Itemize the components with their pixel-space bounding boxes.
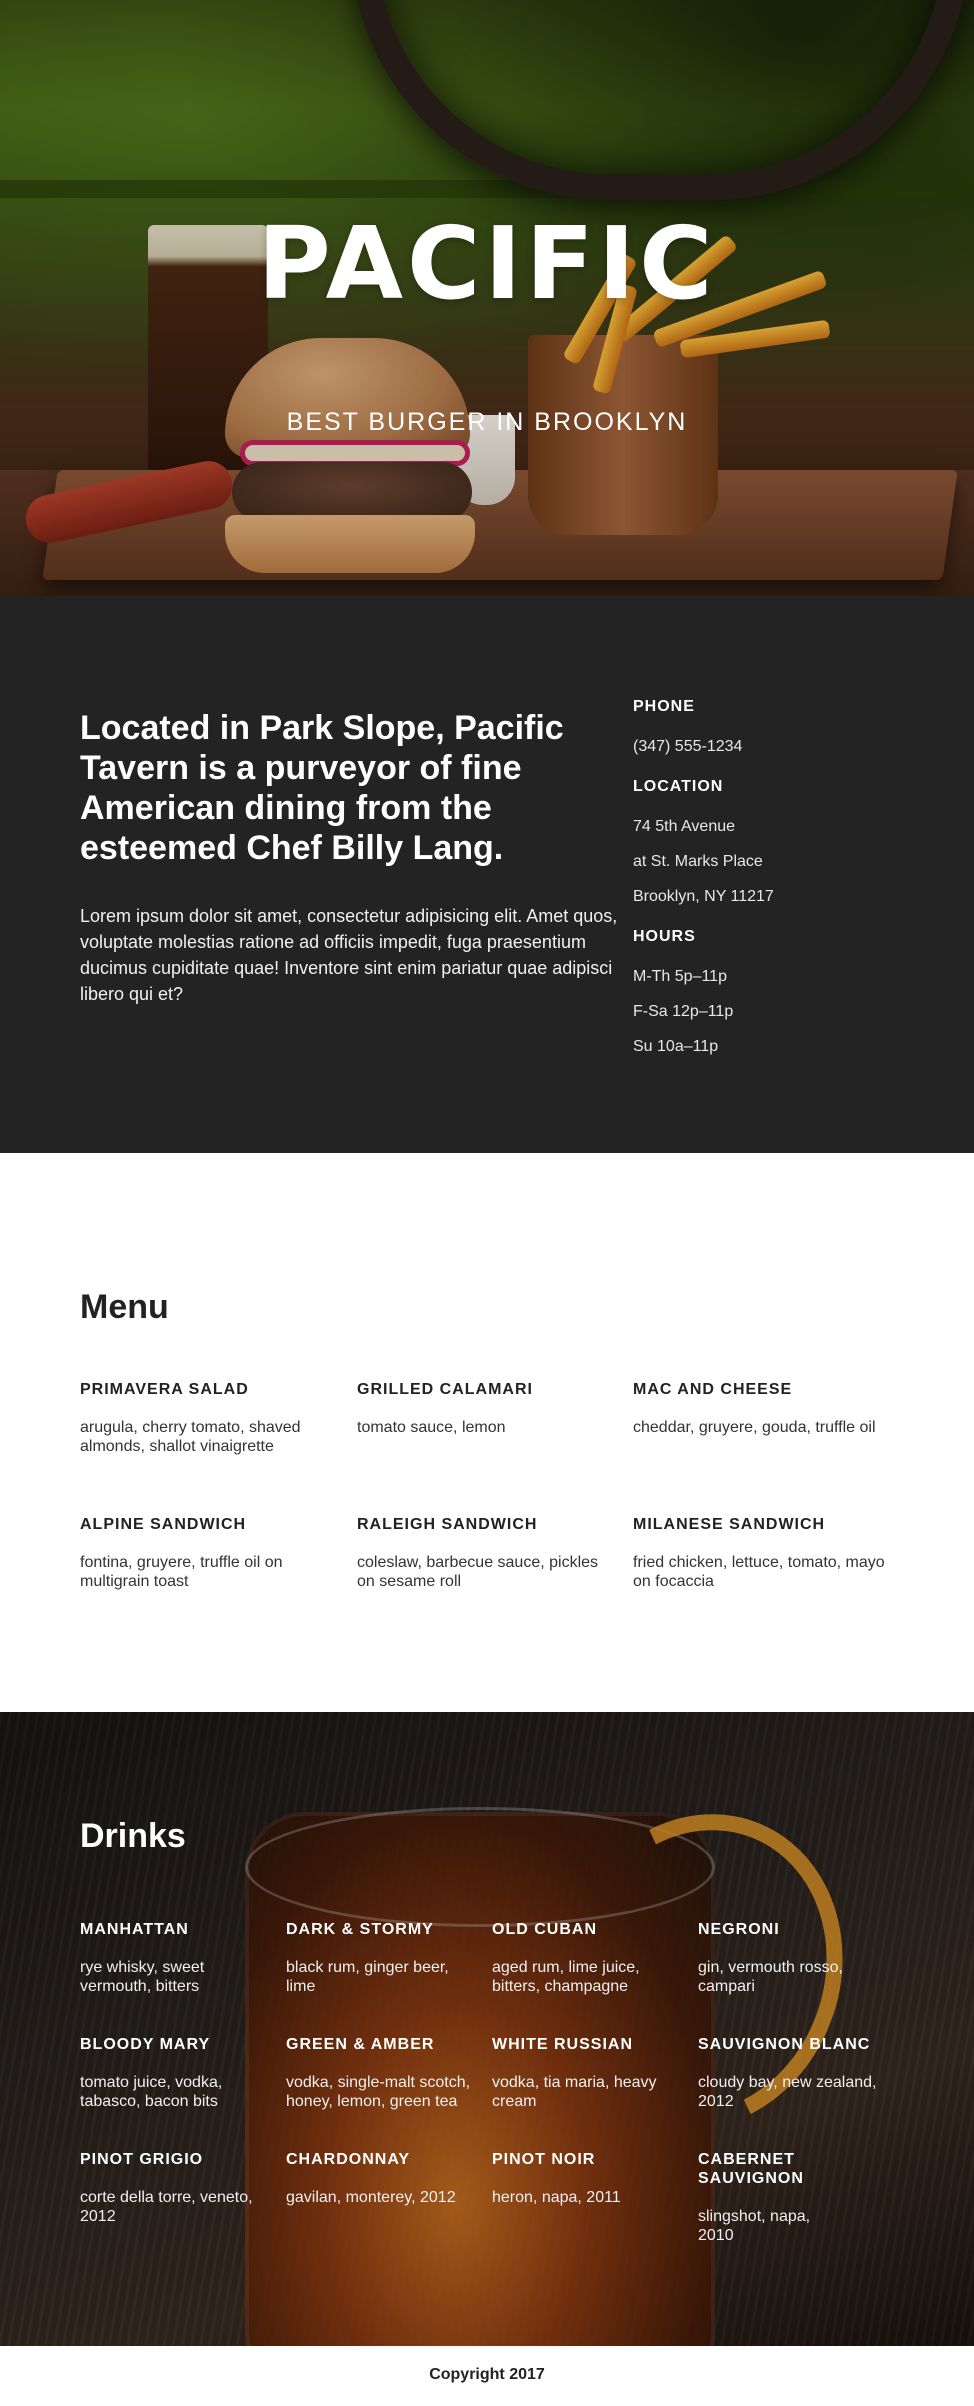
menu-item: MILANESE SANDWICH fried chicken, lettuce… <box>633 1516 893 1591</box>
drink-item: WHITE RUSSIAN vodka, tia maria, heavy cr… <box>492 2035 687 2111</box>
drink-item: PINOT NOIR heron, napa, 2011 <box>492 2150 687 2207</box>
menu-item-description: fontina, gruyere, truffle oil on multigr… <box>80 1554 283 1590</box>
address-line: Brooklyn, NY 11217 <box>633 888 774 905</box>
drink-item: PINOT GRIGIO corte della torre, veneto, … <box>80 2150 275 2226</box>
drinks-title: Drinks <box>80 1817 186 1855</box>
menu-item-name: PRIMAVERA SALAD <box>80 1381 249 1398</box>
drink-item: NEGRONI gin, vermouth rosso, campari <box>698 1920 893 1996</box>
menu-item: ALPINE SANDWICH fontina, gruyere, truffl… <box>80 1516 340 1591</box>
menu-item: GRILLED CALAMARI tomato sauce, lemon <box>357 1381 617 1437</box>
drink-item-description: slingshot, napa, 2010 <box>698 2208 811 2244</box>
drink-item-description: black rum, ginger beer, lime <box>286 1959 449 1995</box>
menu-item-description: arugula, cherry tomato, shaved almonds, … <box>80 1419 301 1455</box>
footer: Copyright 2017 <box>0 2346 974 2406</box>
drink-item-description: cloudy bay, new zealand, 2012 <box>698 2074 877 2110</box>
hero-section: PACIFIC BEST BURGER IN BROOKLYN <box>0 0 974 596</box>
copyright-text: Copyright 2017 <box>429 2366 545 2383</box>
menu-item-description: coleslaw, barbecue sauce, pickles on ses… <box>357 1554 599 1590</box>
drink-item-name: BLOODY MARY <box>80 2036 211 2053</box>
menu-item-name: RALEIGH SANDWICH <box>357 1516 538 1533</box>
drink-item-description: vodka, single-malt scotch, honey, lemon,… <box>286 2074 471 2110</box>
about-body: Lorem ipsum dolor sit amet, consectetur … <box>80 906 618 1004</box>
menu-item-name: MILANESE SANDWICH <box>633 1516 826 1533</box>
drink-item-name: PINOT GRIGIO <box>80 2151 204 2168</box>
hours-line: M-Th 5p–11p <box>633 968 727 985</box>
drink-item-name: WHITE RUSSIAN <box>492 2036 633 2053</box>
drink-item-name: MANHATTAN <box>80 1921 189 1938</box>
phone-number[interactable]: (347) 555-1234 <box>633 738 742 756</box>
menu-item-description: tomato sauce, lemon <box>357 1419 506 1436</box>
drinks-section: Drinks MANHATTAN rye whisky, sweet vermo… <box>0 1712 974 2346</box>
hours-line: Su 10a–11p <box>633 1038 719 1055</box>
drink-item-name: OLD CUBAN <box>492 1921 597 1938</box>
drink-item-description: heron, napa, 2011 <box>492 2189 621 2206</box>
about-section: Located in Park Slope, Pacific Tavern is… <box>0 596 974 1153</box>
hours-label: HOURS <box>633 928 696 945</box>
drink-item: BLOODY MARY tomato juice, vodka, tabasco… <box>80 2035 275 2111</box>
drink-item-description: gavilan, monterey, 2012 <box>286 2189 456 2206</box>
drink-item-description: corte della torre, veneto, 2012 <box>80 2189 253 2225</box>
drink-item-description: aged rum, lime juice, bitters, champagne <box>492 1959 640 1995</box>
menu-item-name: GRILLED CALAMARI <box>357 1381 533 1398</box>
drink-item-description: gin, vermouth rosso, campari <box>698 1959 843 1995</box>
drink-item-name: PINOT NOIR <box>492 2151 596 2168</box>
hours-line: F-Sa 12p–11p <box>633 1003 734 1020</box>
drink-item-description: rye whisky, sweet vermouth, bitters <box>80 1959 205 1995</box>
menu-item-name: MAC AND CHEESE <box>633 1381 793 1398</box>
drink-item-name: DARK & STORMY <box>286 1921 434 1938</box>
drink-item: SAUVIGNON BLANC cloudy bay, new zealand,… <box>698 2035 893 2111</box>
location-label: LOCATION <box>633 778 724 795</box>
drink-item-name: CHARDONNAY <box>286 2151 411 2168</box>
address-line: 74 5th Avenue <box>633 818 736 835</box>
drink-item: DARK & STORMY black rum, ginger beer, li… <box>286 1920 481 1996</box>
drink-item: OLD CUBAN aged rum, lime juice, bitters,… <box>492 1920 687 1996</box>
drink-item-name: NEGRONI <box>698 1921 780 1938</box>
menu-item: MAC AND CHEESE cheddar, gruyere, gouda, … <box>633 1381 903 1437</box>
menu-item: RALEIGH SANDWICH coleslaw, barbecue sauc… <box>357 1516 617 1591</box>
drink-item: CHARDONNAY gavilan, monterey, 2012 <box>286 2150 481 2207</box>
drink-item: CABERNET SAUVIGNON slingshot, napa, 2010 <box>698 2150 848 2245</box>
drink-item-name: SAUVIGNON BLANC <box>698 2036 871 2053</box>
drink-item-name: CABERNET SAUVIGNON <box>698 2151 804 2187</box>
menu-item-description: fried chicken, lettuce, tomato, mayo on … <box>633 1554 885 1590</box>
drink-item: MANHATTAN rye whisky, sweet vermouth, bi… <box>80 1920 275 1996</box>
drinks-overlay <box>0 1712 974 2346</box>
drink-item-description: vodka, tia maria, heavy cream <box>492 2074 657 2110</box>
menu-item-description: cheddar, gruyere, gouda, truffle oil <box>633 1419 876 1436</box>
site-title: PACIFIC <box>257 205 717 322</box>
drink-item-description: tomato juice, vodka, tabasco, bacon bits <box>80 2074 223 2110</box>
address-line: at St. Marks Place <box>633 853 763 870</box>
menu-item: PRIMAVERA SALAD arugula, cherry tomato, … <box>80 1381 340 1456</box>
menu-title: Menu <box>80 1288 169 1326</box>
site-tagline: BEST BURGER IN BROOKLYN <box>286 408 688 436</box>
phone-label: PHONE <box>633 698 695 715</box>
drink-item: GREEN & AMBER vodka, single-malt scotch,… <box>286 2035 481 2111</box>
menu-section: Menu PRIMAVERA SALAD arugula, cherry tom… <box>0 1153 974 1712</box>
menu-item-name: ALPINE SANDWICH <box>80 1516 247 1533</box>
drink-item-name: GREEN & AMBER <box>286 2036 435 2053</box>
about-headline: Located in Park Slope, Pacific Tavern is… <box>80 709 564 867</box>
